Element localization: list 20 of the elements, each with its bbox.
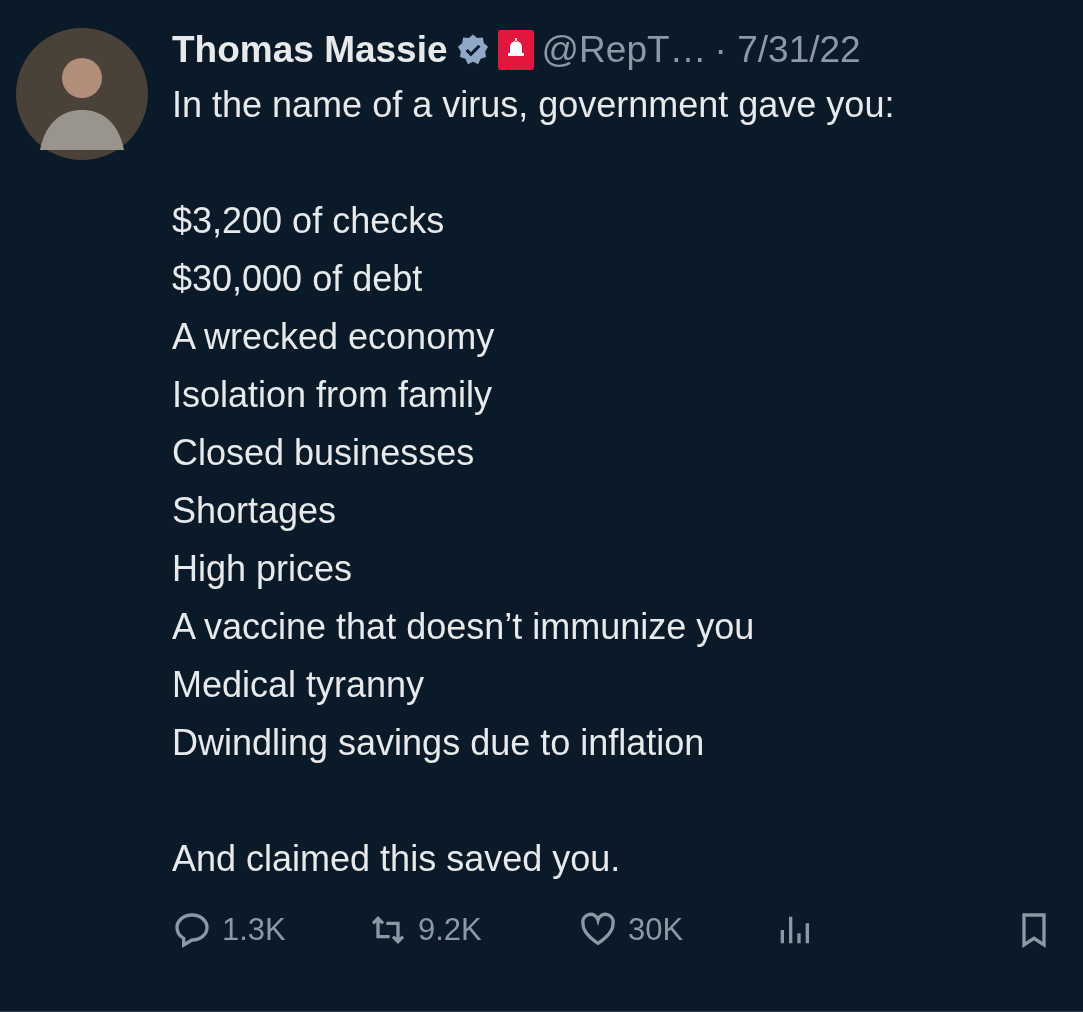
- reply-icon: [172, 910, 212, 950]
- tweet-text: High prices: [172, 547, 354, 591]
- tweet-text: Medical tyranny: [172, 663, 426, 707]
- tweet-text: And claimed this saved you.: [172, 837, 622, 881]
- author-name[interactable]: Thomas Massie: [172, 29, 448, 71]
- tweet-text: Isolation from family: [172, 373, 494, 417]
- tweet-text: A wrecked economy: [172, 315, 496, 359]
- tweet-date[interactable]: · 7/31/22: [714, 29, 861, 71]
- tweet-text: In the name of a virus, government gave you:: [172, 83, 896, 127]
- reply-button[interactable]: 1.3K: [172, 910, 368, 950]
- author-handle[interactable]: @RepT…: [541, 29, 707, 71]
- tweet-text: Shortages: [172, 489, 338, 533]
- retweet-button[interactable]: 9.2K: [368, 910, 578, 950]
- tweet-text: A vaccine that doesn’t immunize you: [172, 605, 756, 649]
- tweet-text: $3,200 of checks: [172, 199, 446, 243]
- tweet-text: Dwindling savings due to inflation: [172, 721, 706, 765]
- avatar[interactable]: [16, 28, 148, 160]
- tweet-text: $30,000 of debt: [172, 257, 424, 301]
- tweet-text: Closed businesses: [172, 431, 476, 475]
- like-button[interactable]: 30K: [578, 910, 774, 950]
